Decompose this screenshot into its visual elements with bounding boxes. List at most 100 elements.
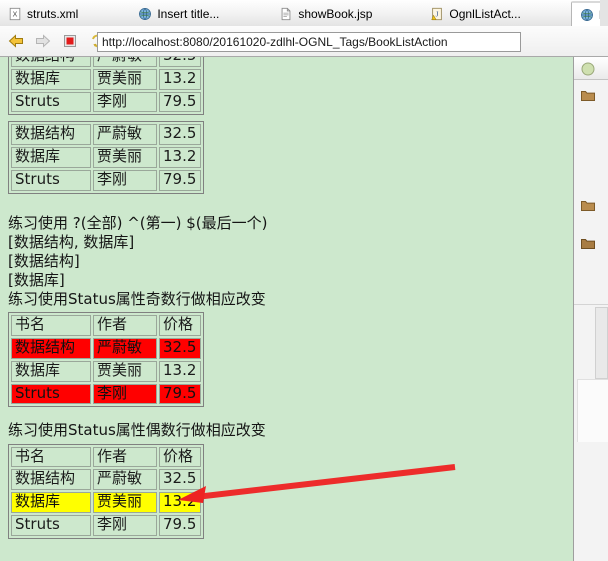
cell-title: 数据结构 <box>11 338 91 359</box>
header-title: 书名 <box>11 315 91 337</box>
globe-icon <box>139 7 152 20</box>
table-row-highlighted: 数据结构 严蔚敏 32.5 <box>11 338 201 359</box>
table-header-row: 书名 作者 价格 <box>11 315 201 337</box>
cell-title: Struts <box>11 91 91 113</box>
svg-text:J: J <box>436 10 439 18</box>
java-warning-icon: J <box>431 7 443 20</box>
header-author: 作者 <box>93 315 157 337</box>
table-header-row: 书名 作者 价格 <box>11 446 201 468</box>
cell-author: 严蔚敏 <box>93 469 157 491</box>
table-row: 数据库 贾美丽 13.2 <box>11 147 201 168</box>
tab-label: showBook.jsp <box>298 6 373 21</box>
cell-title: Struts <box>11 514 91 536</box>
cell-title: 数据库 <box>11 360 91 382</box>
right-view-divider <box>574 304 608 305</box>
book-table-odd-highlight: 书名 作者 价格 数据结构 严蔚敏 32.5 数据库 贾美丽 13.2 Stru… <box>8 312 204 408</box>
cell-title: 数据结构 <box>11 124 91 145</box>
book-table-clipped: 数据结构 严蔚敏 32.5 数据库 贾美丽 13.2 Struts 李刚 79.… <box>8 57 204 116</box>
back-arrow-icon <box>8 34 23 48</box>
table-row: Struts 李刚 79.5 <box>11 514 201 536</box>
globe-icon <box>580 8 593 21</box>
cell-author: 贾美丽 <box>93 360 157 382</box>
cell-author: 贾美丽 <box>93 147 157 168</box>
cell-title: 数据库 <box>11 68 91 90</box>
odd-rows-heading: 练习使用Status属性奇数行做相应改变 <box>8 290 266 309</box>
header-title: 书名 <box>11 446 91 468</box>
right-view-scrollbar[interactable] <box>595 307 608 379</box>
cell-price: 32.5 <box>159 57 201 67</box>
stop-square-icon <box>64 35 76 47</box>
tab-bar-right-filler <box>600 0 608 26</box>
right-side-view-strip <box>573 57 608 561</box>
even-rows-heading: 练习使用Status属性偶数行做相应改变 <box>8 421 266 440</box>
table-row: 数据结构 严蔚敏 32.5 <box>11 57 201 67</box>
address-bar[interactable]: http://localhost:8080/20161020-zdlhl-OGN… <box>97 32 521 52</box>
cell-author: 李刚 <box>93 383 157 405</box>
table-row: 数据库 贾美丽 13.2 <box>11 360 201 382</box>
jsp-file-icon <box>282 7 291 20</box>
cell-author: 李刚 <box>93 169 157 191</box>
cell-author: 李刚 <box>93 91 157 113</box>
wildcard-line-last: [数据库] <box>8 271 65 290</box>
forward-arrow-icon <box>36 34 51 48</box>
cell-title: 数据库 <box>11 147 91 168</box>
right-view-empty-area <box>574 442 608 561</box>
xml-file-icon: X <box>9 7 21 20</box>
table-row-highlighted: Struts 李刚 79.5 <box>11 383 201 405</box>
cell-price: 32.5 <box>159 469 201 491</box>
table-row: 数据结构 严蔚敏 32.5 <box>11 124 201 145</box>
editor-tab-bar: X struts.xml Insert title... showBook.js… <box>0 0 608 27</box>
cell-title: 数据库 <box>11 492 91 513</box>
globe-icon <box>581 62 595 76</box>
browser-viewport: 数据结构 严蔚敏 32.5 数据库 贾美丽 13.2 Struts 李刚 79.… <box>0 57 573 561</box>
folder-icon[interactable] <box>580 87 596 103</box>
cell-title: Struts <box>11 169 91 191</box>
cell-title: Struts <box>11 383 91 405</box>
wildcard-line-all: [数据结构, 数据库] <box>8 232 135 251</box>
cell-price: 32.5 <box>159 338 201 359</box>
cell-price: 79.5 <box>159 91 201 113</box>
folder-icon[interactable] <box>580 235 596 251</box>
tab-struts-xml[interactable]: X struts.xml <box>0 1 88 26</box>
tab-label: OgnlListAct... <box>449 6 521 21</box>
cell-price: 13.2 <box>159 68 201 90</box>
right-view-content-box <box>577 379 608 443</box>
stop-button[interactable] <box>59 30 81 52</box>
wildcard-line-first: [数据结构] <box>8 251 80 270</box>
table-row: Struts 李刚 79.5 <box>11 91 201 113</box>
table-row: Struts 李刚 79.5 <box>11 169 201 191</box>
cell-price: 79.5 <box>159 383 201 405</box>
cell-author: 严蔚敏 <box>93 338 157 359</box>
cell-author: 李刚 <box>93 514 157 536</box>
cell-author: 贾美丽 <box>93 492 157 513</box>
wildcard-heading: 练习使用 ?(全部) ^(第一) $(最后一个) <box>8 213 268 232</box>
cell-price: 13.2 <box>159 147 201 168</box>
rendered-page: 数据结构 严蔚敏 32.5 数据库 贾美丽 13.2 Struts 李刚 79.… <box>0 57 573 539</box>
cell-price: 13.2 <box>159 360 201 382</box>
folder-icon[interactable] <box>580 197 596 213</box>
svg-text:X: X <box>13 11 18 18</box>
cell-price: 79.5 <box>159 169 201 191</box>
tab-label: struts.xml <box>27 6 79 21</box>
table-row-highlighted: 数据库 贾美丽 13.2 <box>11 492 201 513</box>
tab-showbook-jsp[interactable]: showBook.jsp <box>271 1 382 26</box>
header-price: 价格 <box>159 315 201 337</box>
cell-price: 79.5 <box>159 514 201 536</box>
book-table-plain: 数据结构 严蔚敏 32.5 数据库 贾美丽 13.2 Struts 李刚 79.… <box>8 121 204 194</box>
cell-price: 13.2 <box>159 492 201 513</box>
header-price: 价格 <box>159 446 201 468</box>
header-author: 作者 <box>93 446 157 468</box>
cell-author: 严蔚敏 <box>93 57 157 67</box>
cell-title: 数据结构 <box>11 469 91 491</box>
cell-author: 贾美丽 <box>93 68 157 90</box>
tab-ognllistaction[interactable]: J OgnlListAct... <box>422 1 530 26</box>
cell-price: 32.5 <box>159 124 201 145</box>
tab-insert-title-1[interactable]: Insert title... <box>130 1 229 26</box>
forward-button[interactable] <box>32 30 54 52</box>
back-button[interactable] <box>5 30 27 52</box>
book-table-even-highlight: 书名 作者 价格 数据结构 严蔚敏 32.5 数据库 贾美丽 13.2 Stru… <box>8 443 204 539</box>
cell-author: 严蔚敏 <box>93 124 157 145</box>
cell-title: 数据结构 <box>11 57 91 67</box>
tab-label: Insert title... <box>157 6 220 21</box>
